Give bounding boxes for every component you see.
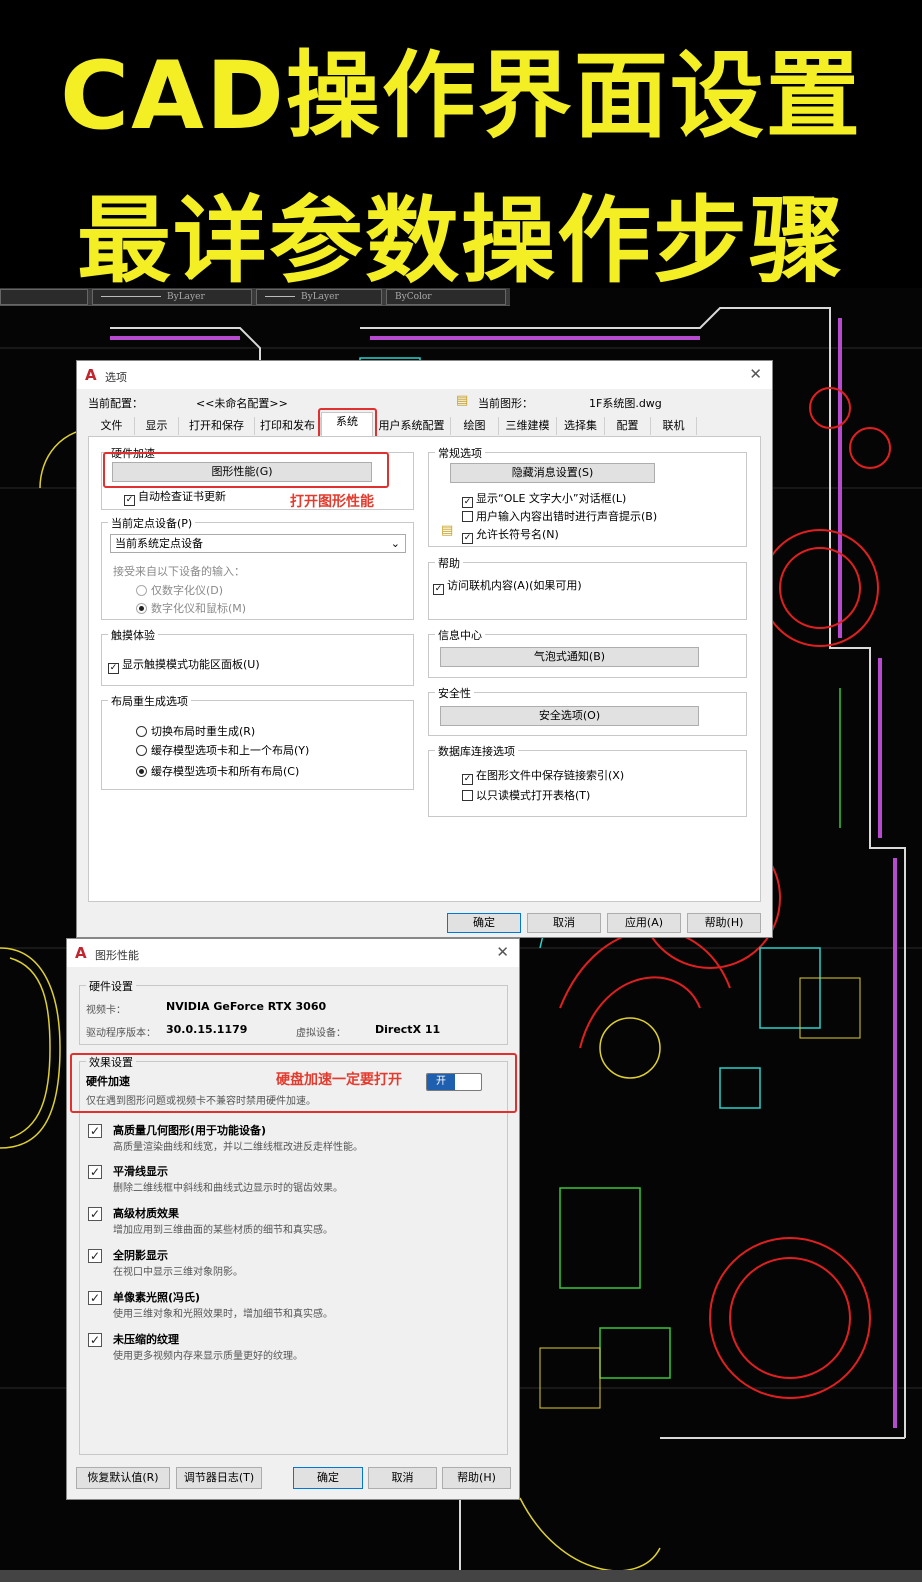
options-titlebar: A 选项 ✕ (77, 361, 772, 389)
cad-status-strip (0, 1570, 922, 1582)
headline-banner: CAD操作界面设置 最详参数操作步骤 (0, 0, 922, 296)
graphics-title: 图形性能 (95, 949, 139, 962)
options-title: 选项 (105, 371, 127, 384)
headline-line-2: 最详参数操作步骤 (76, 187, 845, 296)
autocad-logo-icon: A (85, 366, 97, 384)
close-icon[interactable]: ✕ (496, 943, 509, 961)
close-icon[interactable]: ✕ (749, 365, 762, 383)
graphics-titlebar: A 图形性能 ✕ (67, 939, 519, 967)
autocad-logo-icon: A (75, 944, 87, 962)
options-dialog: A 选项 ✕ (76, 360, 773, 938)
graphics-performance-dialog: A 图形性能 ✕ (66, 938, 520, 1500)
headline-line-1: CAD操作界面设置 (60, 42, 862, 151)
